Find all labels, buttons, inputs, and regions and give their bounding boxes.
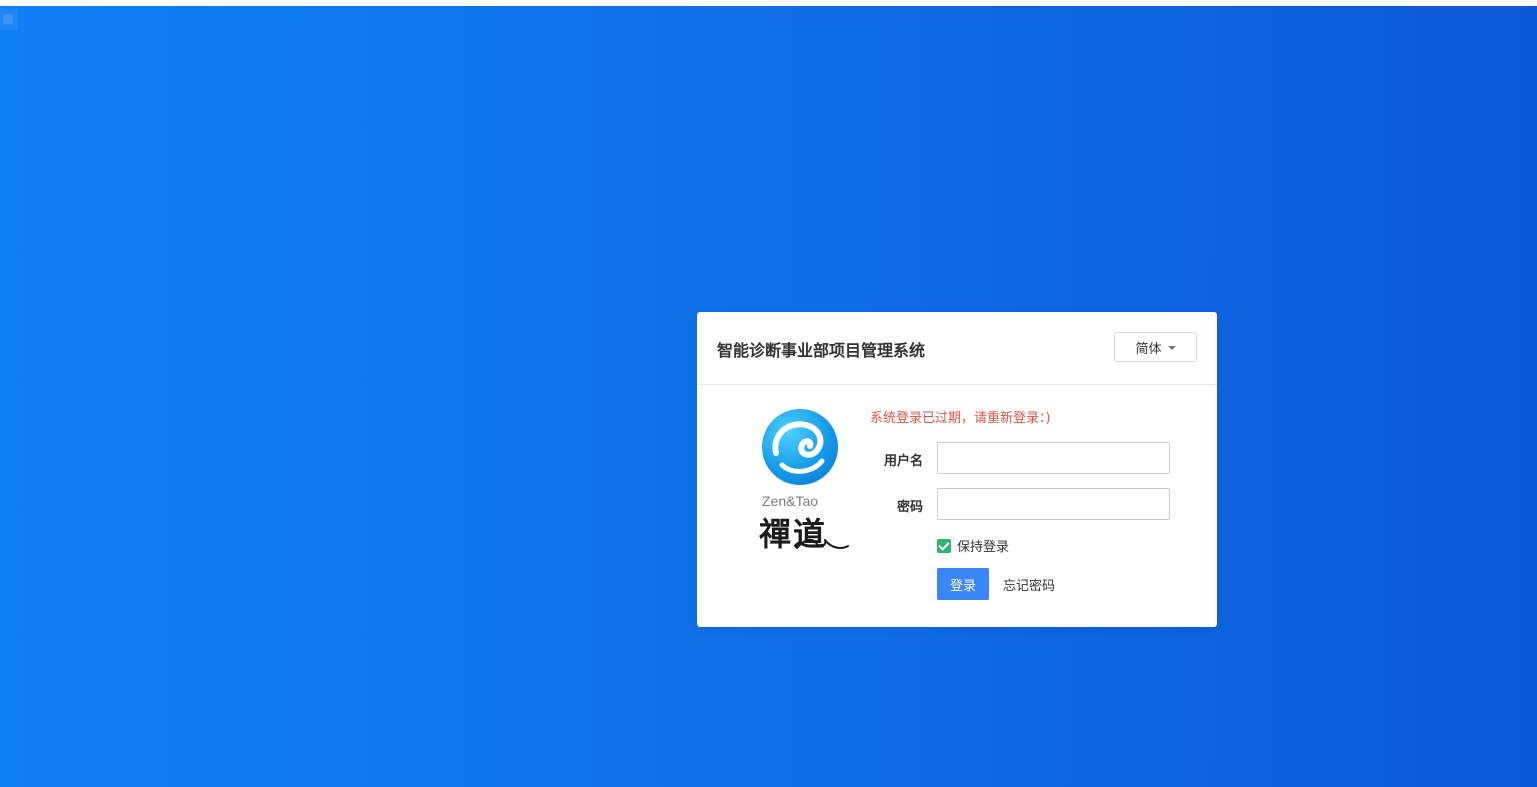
username-label: 用户名 [883,454,923,469]
keep-login-checkbox[interactable]: 保持登录 [937,536,1009,555]
login-button[interactable]: 登录 [937,568,989,600]
corner-widget [0,8,18,30]
login-panel: 智能诊断事业部项目管理系统 简体 Zen&Tao 禪道 系统登录已过期，请重新登… [697,312,1217,627]
password-input[interactable] [937,488,1170,520]
logo-swirl-icon [762,409,838,485]
forgot-password-link[interactable]: 忘记密码 [1003,575,1055,594]
login-panel-header: 智能诊断事业部项目管理系统 简体 [697,312,1217,385]
caret-down-icon [1167,346,1176,350]
username-input[interactable] [937,442,1170,474]
zentao-logo: Zen&Tao 禪道 [759,409,854,554]
logo-wave-icon [796,538,849,549]
language-dropdown-button[interactable]: 简体 [1114,332,1197,362]
checkbox-checked-icon[interactable] [937,538,951,553]
password-label: 密码 [896,500,923,515]
language-label: 简体 [1135,341,1162,357]
system-title: 智能诊断事业部项目管理系统 [717,341,926,360]
logo-english-text: Zen&Tao [762,493,819,509]
keep-login-label: 保持登录 [957,540,1010,555]
session-expired-message: 系统登录已过期，请重新登录：) [870,411,1051,426]
